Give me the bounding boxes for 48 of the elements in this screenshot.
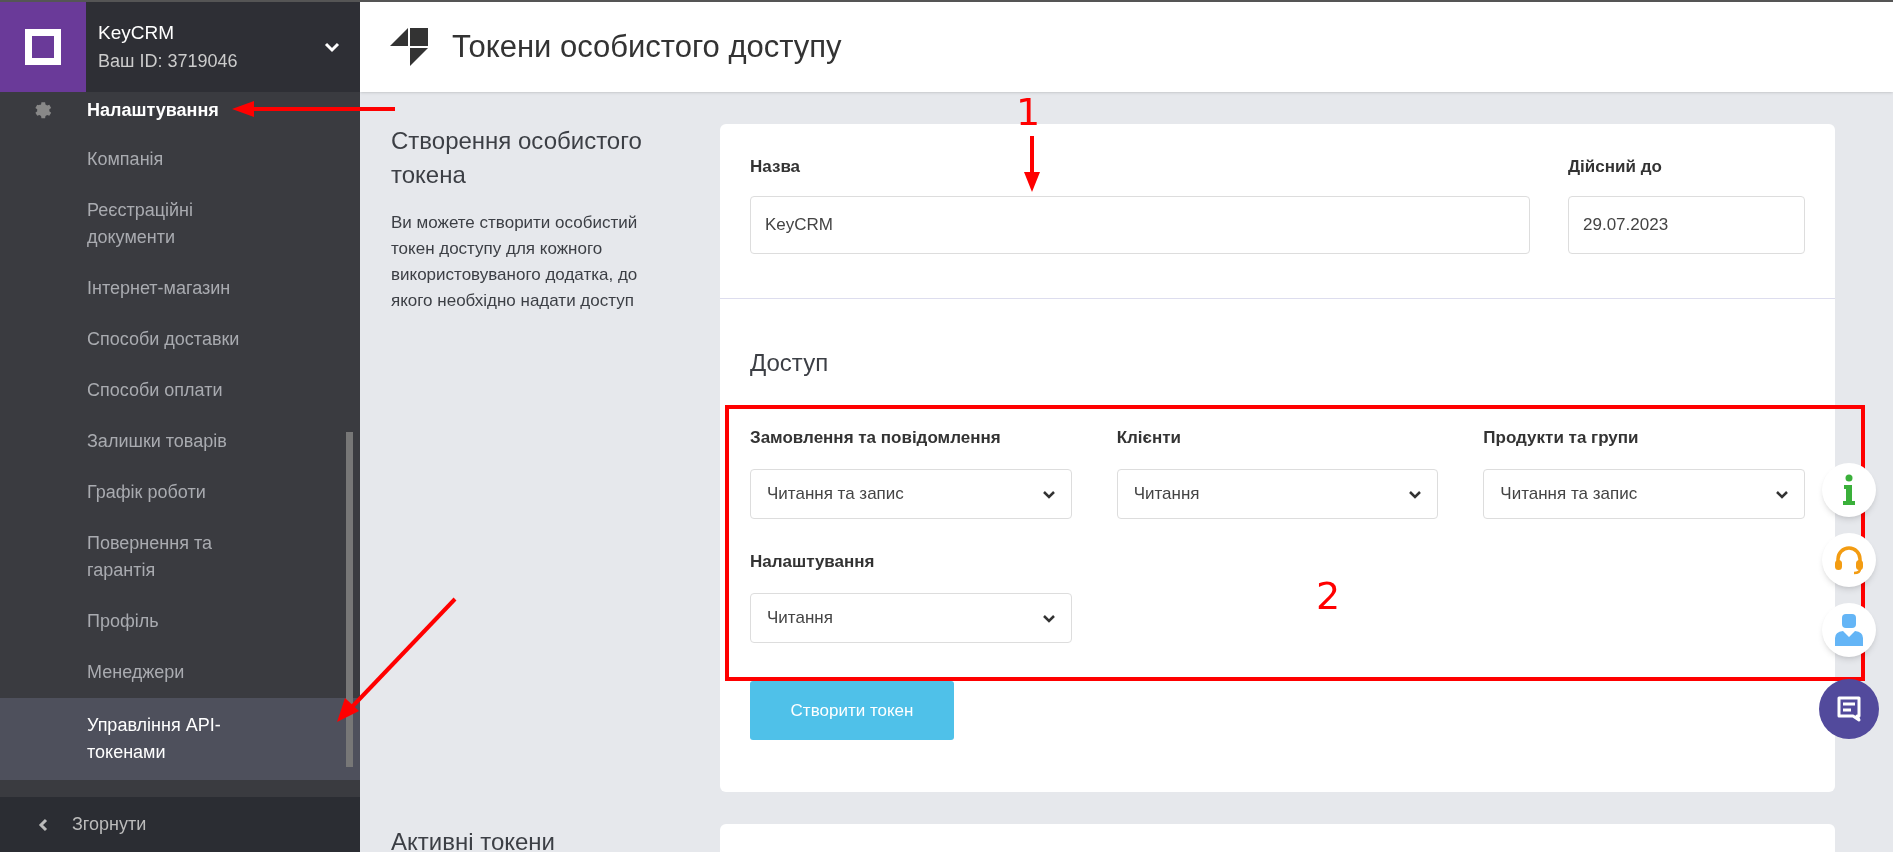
- person-icon: [1835, 614, 1863, 646]
- page-title: Токени особистого доступу: [452, 27, 842, 66]
- sidebar-item[interactable]: Повернення та гарантія: [0, 518, 360, 596]
- field-label: Дійсний до: [1568, 156, 1662, 178]
- chevron-left-icon: [38, 817, 48, 832]
- sidebar-item[interactable]: Інтернет-магазин: [0, 263, 360, 314]
- section-description: Ви можете створити особистий токен доступу для кожного використовуваного додатка, до якого необхідно надати доступ: [391, 212, 639, 312]
- sidebar-item[interactable]: Профіль: [0, 596, 360, 647]
- section-title: Створення особистого токена: [391, 126, 643, 190]
- sidebar-item[interactable]: Залишки товарів: [0, 416, 360, 467]
- sidebar-item[interactable]: Управління API-токенами: [0, 698, 360, 780]
- field-label: Налаштування: [750, 551, 875, 573]
- account-id: Ваш ID: 3719046: [98, 49, 239, 73]
- permission-select[interactable]: Читання: [1116, 469, 1439, 519]
- permission-select[interactable]: Читання: [750, 593, 1072, 643]
- field-label: Назва: [750, 156, 801, 178]
- sidebar-item[interactable]: Компанія: [0, 134, 360, 185]
- permission-select[interactable]: Читання та запис: [750, 469, 1072, 519]
- logo-icon[interactable]: [0, 2, 86, 92]
- annotation-number: 2: [1316, 573, 1341, 620]
- permission-select[interactable]: Читання та запис: [1483, 469, 1805, 519]
- chat-icon: [1835, 695, 1863, 723]
- date-input[interactable]: 29.07.2023: [1568, 196, 1805, 254]
- access-title: Доступ: [749, 348, 830, 378]
- field-label: Замовлення та повідомлення: [750, 427, 1001, 449]
- collapse-button[interactable]: Згорнути: [0, 797, 360, 852]
- account-name: KeyCRM: [98, 21, 175, 46]
- info-icon: [1842, 474, 1856, 506]
- field-label: Продукти та групи: [1483, 427, 1639, 449]
- sidebar-item[interactable]: Менеджери: [0, 647, 360, 698]
- annotation-number: 1: [1016, 89, 1041, 136]
- sidebar-item[interactable]: Графік роботи: [0, 467, 360, 518]
- chevron-down-icon: [1776, 489, 1788, 499]
- sidebar-item[interactable]: Способи оплати: [0, 365, 360, 416]
- name-input[interactable]: KeyCRM: [750, 196, 1530, 254]
- sidebar-item[interactable]: Реєстраційні документи: [0, 185, 360, 263]
- headset-icon: [1833, 544, 1865, 576]
- chevron-down-icon: [1409, 489, 1422, 499]
- sidebar-section-title[interactable]: Налаштування: [87, 96, 219, 124]
- annotation-arrow: [1024, 136, 1040, 192]
- logo-icon: [390, 28, 428, 66]
- sidebar-item[interactable]: Способи доставки: [0, 314, 360, 365]
- chevron-down-icon: [1042, 613, 1055, 623]
- chevron-down-icon: [1042, 489, 1055, 499]
- scrollbar[interactable]: [346, 432, 353, 767]
- field-label: Клієнти: [1116, 427, 1181, 449]
- section-title: Активні токени: [391, 827, 556, 852]
- chevron-down-icon[interactable]: [324, 41, 340, 53]
